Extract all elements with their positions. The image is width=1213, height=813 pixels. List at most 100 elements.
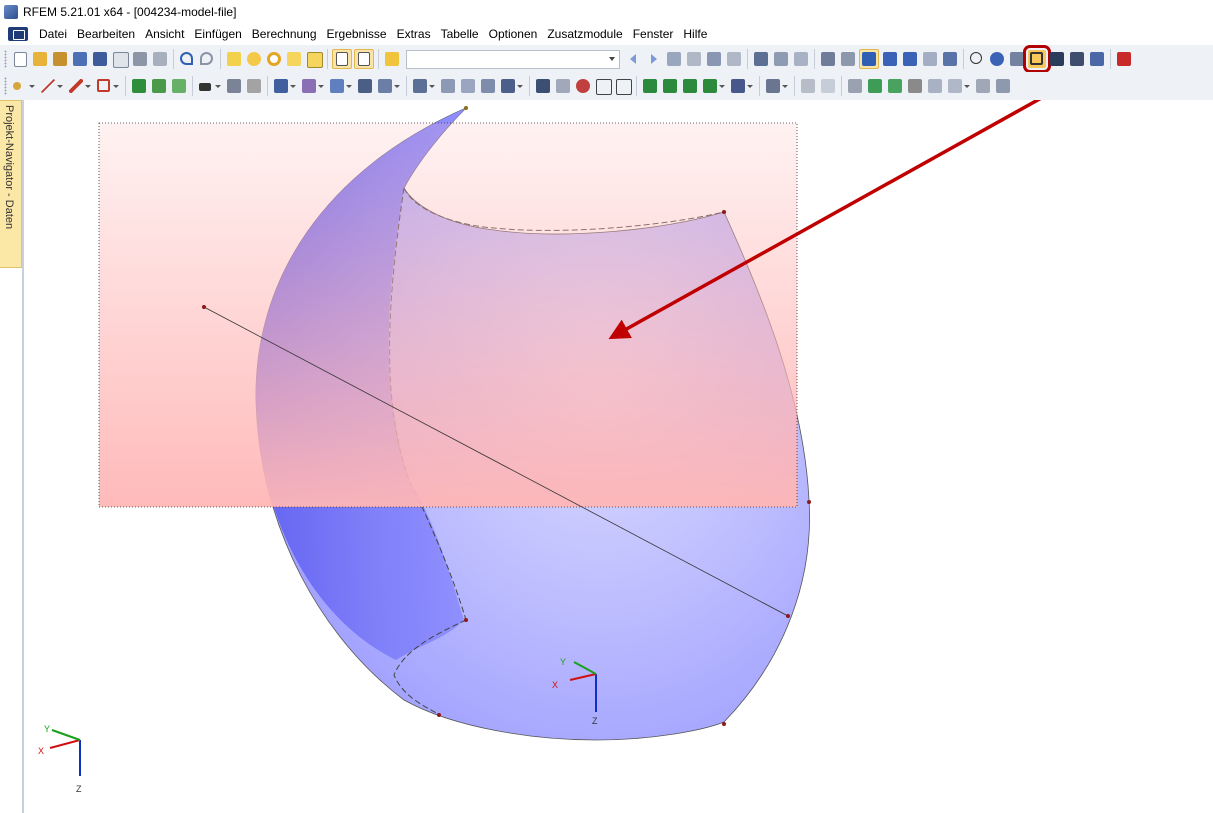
view-minus-y-button[interactable]: [701, 77, 727, 95]
mesh-button[interactable]: [439, 77, 457, 95]
menu-tabelle[interactable]: Tabelle: [436, 24, 484, 44]
surface-load-button[interactable]: [866, 77, 884, 95]
view-move-button[interactable]: [881, 50, 899, 68]
nodal-load-button[interactable]: [197, 77, 223, 95]
solid-display-button[interactable]: [1048, 50, 1066, 68]
node[interactable]: [807, 500, 811, 504]
target-button[interactable]: [265, 50, 283, 68]
menu-extras[interactable]: Extras: [392, 24, 436, 44]
node[interactable]: [786, 614, 790, 618]
node[interactable]: [464, 106, 468, 110]
new-file-button[interactable]: [11, 50, 29, 68]
zoom-reset-button[interactable]: [574, 77, 592, 95]
open-block-button[interactable]: [51, 50, 69, 68]
load-case-button[interactable]: [383, 50, 401, 68]
new-opening-button[interactable]: [300, 77, 326, 95]
snap-button[interactable]: [839, 50, 857, 68]
menu-fenster[interactable]: Fenster: [628, 24, 679, 44]
node[interactable]: [202, 305, 206, 309]
copy-button[interactable]: [305, 50, 323, 68]
block-button[interactable]: [356, 77, 374, 95]
wireframe-button[interactable]: [772, 50, 790, 68]
load-arrow-button[interactable]: [1115, 50, 1133, 68]
line-display-button[interactable]: [988, 50, 1006, 68]
new-support-button[interactable]: [130, 77, 148, 95]
view-zoom-button[interactable]: [921, 50, 939, 68]
iso-view-button[interactable]: [594, 77, 612, 95]
project-manager-button[interactable]: [71, 50, 89, 68]
view-y-button[interactable]: [661, 77, 679, 95]
project-navigator-tab[interactable]: Projekt-Navigator - Daten: [0, 100, 22, 268]
save-button[interactable]: [91, 50, 109, 68]
new-member-button[interactable]: [67, 77, 93, 95]
table-button[interactable]: [354, 49, 374, 69]
grid-button[interactable]: [819, 50, 837, 68]
node[interactable]: [722, 722, 726, 726]
print-graphic-button[interactable]: [151, 50, 169, 68]
load-wizard-button[interactable]: [411, 77, 437, 95]
imperfection-button[interactable]: [946, 77, 972, 95]
results-display-button[interactable]: [665, 50, 683, 68]
model-window-icon[interactable]: [8, 27, 28, 41]
new-node-button[interactable]: [11, 77, 37, 95]
menu-zusatzmodule[interactable]: Zusatzmodule: [542, 24, 627, 44]
graphics-viewport[interactable]: Z X Y Z X Y: [24, 100, 1213, 813]
new-solid-button[interactable]: [272, 77, 298, 95]
temperature-load-button[interactable]: [926, 77, 944, 95]
results-values-button[interactable]: [685, 50, 703, 68]
previous-button[interactable]: [625, 50, 643, 68]
redo-button[interactable]: [198, 50, 216, 68]
toolbar-grip[interactable]: [4, 50, 7, 68]
view-select-button[interactable]: [859, 49, 879, 69]
printout-report-button[interactable]: [111, 50, 129, 68]
perspective-button[interactable]: [614, 77, 632, 95]
model-section-button[interactable]: [792, 50, 810, 68]
calculate-button[interactable]: [499, 77, 525, 95]
member-display-button[interactable]: [1008, 50, 1026, 68]
mesh-refine-button[interactable]: [459, 77, 477, 95]
menu-ansicht[interactable]: Ansicht: [140, 24, 189, 44]
new-hinge-button[interactable]: [150, 77, 168, 95]
dimension-button[interactable]: [225, 77, 243, 95]
guide-line-button[interactable]: [245, 77, 263, 95]
next-button[interactable]: [645, 50, 663, 68]
menu-ergebnisse[interactable]: Ergebnisse: [322, 24, 392, 44]
member-load-button[interactable]: [846, 77, 864, 95]
new-line-button[interactable]: [39, 77, 65, 95]
extreme-values-button[interactable]: [725, 50, 743, 68]
rendering-button[interactable]: [752, 50, 770, 68]
toolbar-grip[interactable]: [4, 77, 7, 95]
menu-optionen[interactable]: Optionen: [484, 24, 543, 44]
solid-load-button[interactable]: [906, 77, 924, 95]
view-rotate-button[interactable]: [901, 50, 919, 68]
new-section-button[interactable]: [328, 77, 354, 95]
support-display-button[interactable]: [1068, 50, 1086, 68]
edit-model-button[interactable]: [225, 50, 243, 68]
comment-button[interactable]: [285, 50, 303, 68]
view-options2-button[interactable]: [729, 77, 755, 95]
undo-button[interactable]: [178, 50, 196, 68]
node[interactable]: [464, 618, 468, 622]
move-copy-button[interactable]: [376, 77, 402, 95]
display-mode-button[interactable]: [764, 77, 790, 95]
load-case-select[interactable]: [406, 49, 620, 69]
fe-mesh-button[interactable]: [479, 77, 497, 95]
node[interactable]: [437, 713, 441, 717]
deformation-button[interactable]: [705, 50, 723, 68]
member-set-button[interactable]: [799, 77, 817, 95]
zoom-window-button[interactable]: [554, 77, 572, 95]
view-options-button[interactable]: [941, 50, 959, 68]
view-panel-button[interactable]: [332, 49, 352, 69]
menu-einfuegen[interactable]: Einfügen: [189, 24, 246, 44]
analyze-button[interactable]: [534, 77, 552, 95]
open-file-button[interactable]: [31, 50, 49, 68]
model-check-button[interactable]: [1088, 50, 1106, 68]
new-surface-button[interactable]: [170, 77, 188, 95]
view-x-button[interactable]: [641, 77, 659, 95]
node[interactable]: [722, 210, 726, 214]
node-numbering-button[interactable]: [968, 50, 986, 68]
menu-hilfe[interactable]: Hilfe: [678, 24, 712, 44]
free-load-button[interactable]: [886, 77, 904, 95]
menu-bearbeiten[interactable]: Bearbeiten: [72, 24, 140, 44]
print-button[interactable]: [131, 50, 149, 68]
